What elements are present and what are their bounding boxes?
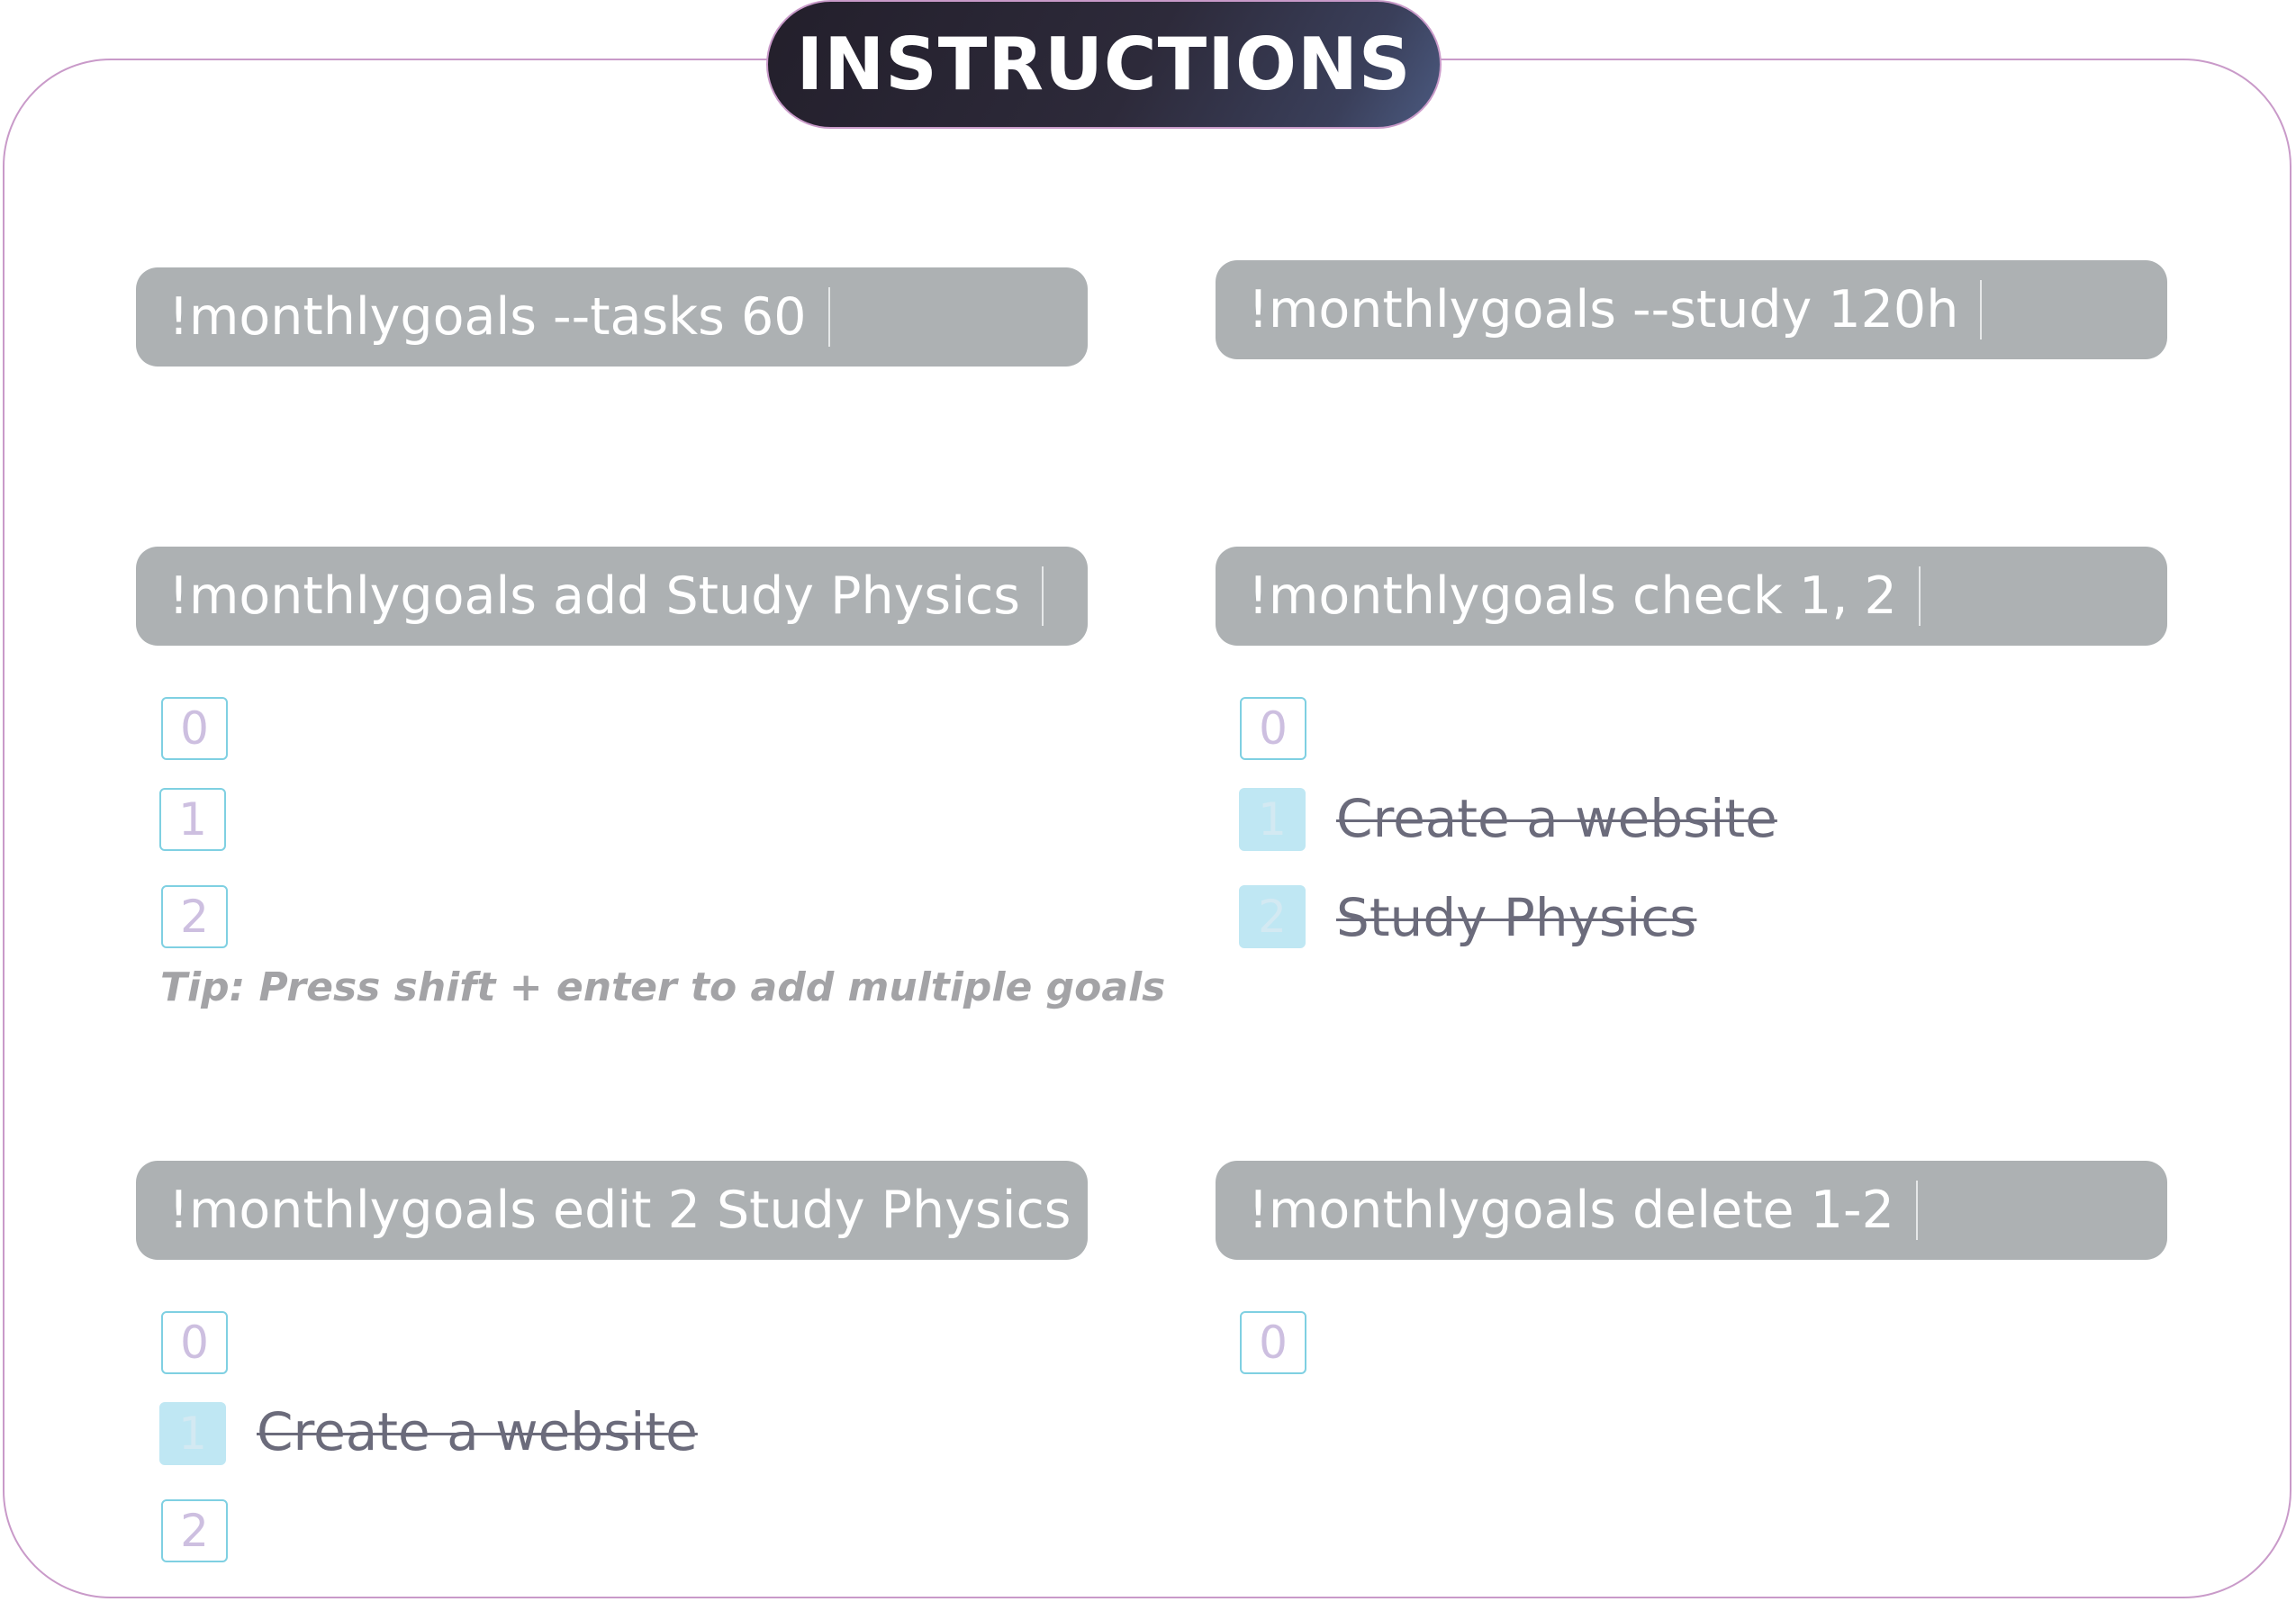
title-badge: INSTRUCTIONS [766, 0, 1442, 129]
tip-text: Tip: Press shift + enter to add multiple… [160, 964, 1166, 1010]
command-bar-tasks: !monthlygoals --tasks 60 [136, 267, 1088, 367]
text-cursor [1915, 1181, 1918, 1240]
command-bar-check: !monthlygoals check 1, 2 [1216, 547, 2167, 646]
command-bar-study: !monthlygoals --study 120h [1216, 260, 2167, 359]
command-bar-delete: !monthlygoals delete 1-2 [1216, 1161, 2167, 1260]
goal-number-box: 2 [161, 1499, 228, 1562]
command-text: !monthlygoals delete 1-2 [1248, 1181, 1894, 1240]
goal-number-box: 0 [161, 1311, 228, 1374]
command-text: !monthlygoals --study 120h [1248, 280, 1959, 339]
goal-number-box-checked: 2 [1239, 885, 1306, 948]
goal-text-completed: Create a website [257, 1401, 698, 1462]
goal-number-box: 0 [161, 697, 228, 760]
command-text: !monthlygoals check 1, 2 [1248, 566, 1897, 626]
command-text: !monthlygoals edit 2 Study Physics [168, 1181, 1071, 1240]
goal-number-box: 0 [1240, 1311, 1306, 1374]
command-text: !monthlygoals --tasks 60 [168, 287, 807, 347]
text-cursor [1918, 566, 1921, 626]
text-cursor [1041, 566, 1044, 626]
goal-number-box: 2 [161, 885, 228, 948]
text-cursor [1980, 280, 1983, 339]
command-text: !monthlygoals add Study Physics [168, 566, 1020, 626]
command-bar-add: !monthlygoals add Study Physics [136, 547, 1088, 646]
page-title: INSTRUCTIONS [796, 23, 1412, 106]
text-cursor [827, 287, 830, 347]
goal-number-box-checked: 1 [159, 1402, 226, 1465]
goal-number-box: 1 [159, 788, 226, 851]
goal-text-completed: Study Physics [1336, 887, 1697, 948]
command-bar-edit: !monthlygoals edit 2 Study Physics [136, 1161, 1088, 1260]
goal-text-completed: Create a website [1336, 788, 1777, 849]
goal-number-box: 0 [1240, 697, 1306, 760]
goal-number-box-checked: 1 [1239, 788, 1306, 851]
